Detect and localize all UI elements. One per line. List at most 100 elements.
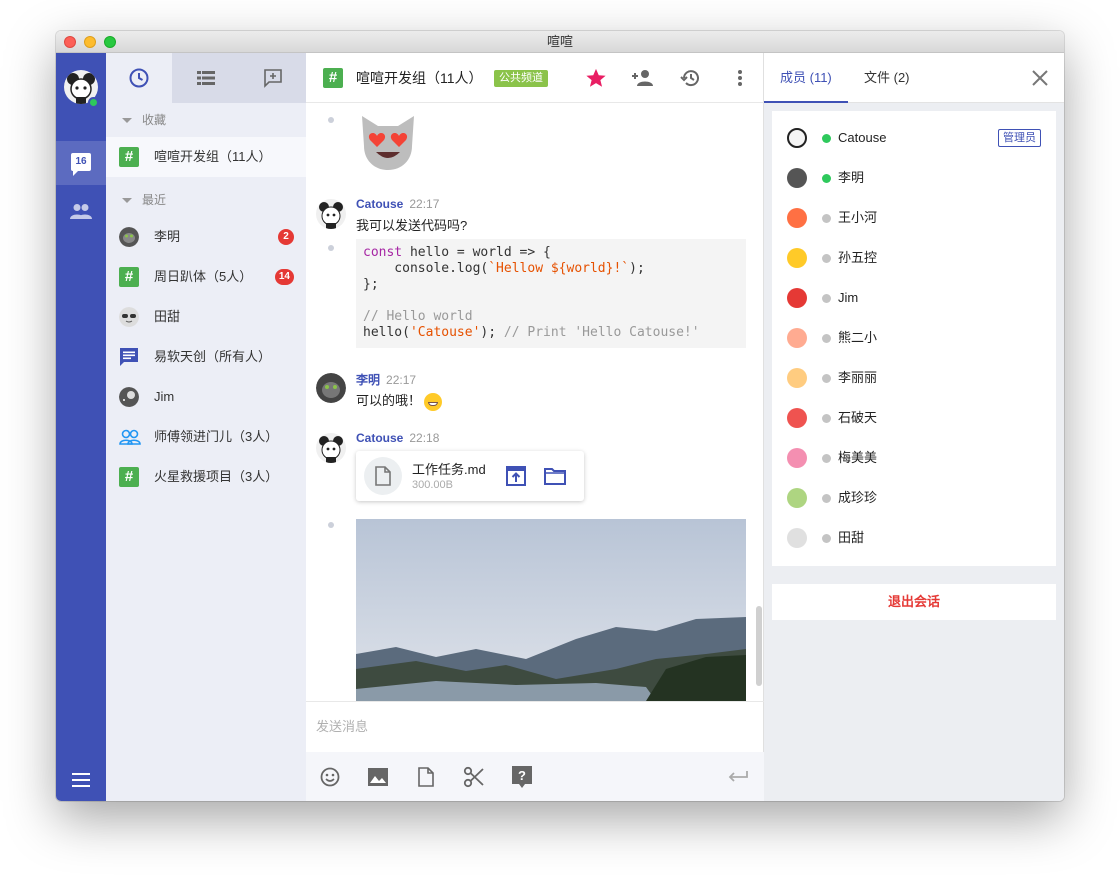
member-row[interactable]: Catouse 管理员 <box>772 118 1056 158</box>
chat-header: # 喧喧开发组（11人） 公共频道 <box>306 53 764 103</box>
star-button[interactable] <box>584 66 608 90</box>
leave-chat-button[interactable]: 退出会话 <box>772 584 1056 620</box>
session-item[interactable]: 师傅领进门儿（3人） <box>106 417 306 457</box>
status-dot <box>822 134 831 143</box>
help-button[interactable]: ? <box>510 765 534 789</box>
add-member-button[interactable] <box>631 66 655 90</box>
recent-header[interactable]: 最近 <box>106 183 306 217</box>
message-time: 22:17 <box>386 373 417 387</box>
code-token: }; <box>363 277 379 292</box>
clock-icon <box>129 68 149 88</box>
avatar <box>787 208 807 228</box>
tab-recent[interactable] <box>106 53 172 103</box>
status-dot <box>822 374 831 383</box>
heart-eyes-cat-sticker <box>356 110 420 174</box>
session-item[interactable]: # 周日趴体（5人） 14 <box>106 257 306 297</box>
space-avatar <box>119 387 139 407</box>
help-icon: ? <box>512 766 532 788</box>
chat-icon: 16 <box>71 153 91 176</box>
more-vertical-icon <box>738 70 742 86</box>
image-button[interactable] <box>366 765 390 789</box>
status-dot <box>822 534 831 543</box>
file-card[interactable]: 工作任务.md 300.00B <box>356 451 584 501</box>
open-file-icon[interactable] <box>506 466 526 486</box>
message-author[interactable]: Catouse 22:17 <box>356 197 439 211</box>
member-row[interactable]: 成珍珍 <box>772 478 1056 518</box>
file-button[interactable] <box>414 765 438 789</box>
message-author[interactable]: 李明 22:17 <box>356 371 416 388</box>
star-icon <box>586 68 606 87</box>
folder-icon[interactable] <box>544 467 566 485</box>
session-item[interactable]: Jim <box>106 377 306 417</box>
maximize-window-button[interactable] <box>104 36 116 48</box>
member-row[interactable]: 熊二小 <box>772 318 1056 358</box>
minimize-window-button[interactable] <box>84 36 96 48</box>
close-icon[interactable] <box>1030 68 1050 88</box>
session-name: 田甜 <box>154 309 181 324</box>
menu-icon[interactable] <box>72 773 90 787</box>
member-row[interactable]: 石破天 <box>772 398 1056 438</box>
message-author[interactable]: Catouse 22:18 <box>356 431 439 445</box>
code-block: const hello = world => { console.log(`He… <box>356 239 746 348</box>
member-row[interactable]: 王小河 <box>772 198 1056 238</box>
session-tabs <box>106 53 306 103</box>
landscape-photo[interactable] <box>356 519 746 701</box>
tab-new-chat[interactable] <box>240 53 306 103</box>
more-button[interactable] <box>728 66 752 90</box>
code-token: // Hello world <box>363 309 473 324</box>
avatar[interactable] <box>316 373 346 403</box>
member-row[interactable]: 孙五控 <box>772 238 1056 278</box>
tab-files[interactable]: 文件 (2) <box>848 53 926 103</box>
member-row[interactable]: 田甜 <box>772 518 1056 558</box>
file-name: 工作任务.md <box>412 462 486 477</box>
message-input[interactable] <box>316 712 746 740</box>
hash-icon: # <box>119 267 139 287</box>
history-button[interactable] <box>679 66 703 90</box>
member-name: Jim <box>838 290 859 305</box>
add-person-icon <box>632 70 653 86</box>
session-item[interactable]: # 火星救援项目（3人） <box>106 457 306 497</box>
session-item[interactable]: 田甜 <box>106 297 306 337</box>
avatar[interactable] <box>316 433 346 463</box>
send-button[interactable] <box>726 765 750 789</box>
member-row[interactable]: 李明 <box>772 158 1056 198</box>
close-window-button[interactable] <box>64 36 76 48</box>
tab-members[interactable]: 成员 (11) <box>764 53 848 103</box>
code-token: console.log( <box>363 261 489 276</box>
status-dot <box>822 174 831 183</box>
avatar <box>787 168 807 188</box>
session-item[interactable]: 李明 2 <box>106 217 306 257</box>
session-name: 师傅领进门儿（3人） <box>154 429 279 444</box>
tab-groups[interactable] <box>173 53 239 103</box>
cat-sunglasses-avatar <box>119 307 139 327</box>
code-token: hello( <box>363 325 410 340</box>
avatar <box>787 528 807 548</box>
member-name: 熊二小 <box>838 330 878 345</box>
author-name[interactable]: 李明 <box>356 373 380 387</box>
screenshot-button[interactable] <box>462 765 486 789</box>
session-name: Jim <box>154 389 175 404</box>
member-row[interactable]: Jim <box>772 278 1056 318</box>
member-row[interactable]: 梅美美 <box>772 438 1056 478</box>
message-dot <box>328 117 334 123</box>
avatar[interactable] <box>316 199 346 229</box>
author-name[interactable]: Catouse <box>356 431 403 445</box>
favorites-header[interactable]: 收藏 <box>106 103 306 137</box>
author-name[interactable]: Catouse <box>356 197 403 211</box>
scrollbar[interactable] <box>756 606 762 686</box>
code-token: const <box>363 245 403 260</box>
contacts-icon[interactable] <box>70 203 92 219</box>
gorilla-avatar <box>119 227 139 247</box>
scissors-icon <box>463 766 484 788</box>
member-name: Catouse <box>838 130 887 145</box>
member-row[interactable]: 李丽丽 <box>772 358 1056 398</box>
session-item[interactable]: 易软天创（所有人） <box>106 337 306 377</box>
chats-nav-button[interactable]: 16 <box>56 141 106 185</box>
code-token: `Hellow ${world}!` <box>488 261 630 276</box>
session-item[interactable]: # 喧喧开发组（11人） <box>106 137 306 177</box>
history-icon <box>680 70 699 87</box>
member-name: 梅美美 <box>838 450 878 465</box>
status-dot <box>822 494 831 503</box>
emoji-button[interactable] <box>318 765 342 789</box>
message-text: 我可以发送代码吗? <box>356 218 468 233</box>
